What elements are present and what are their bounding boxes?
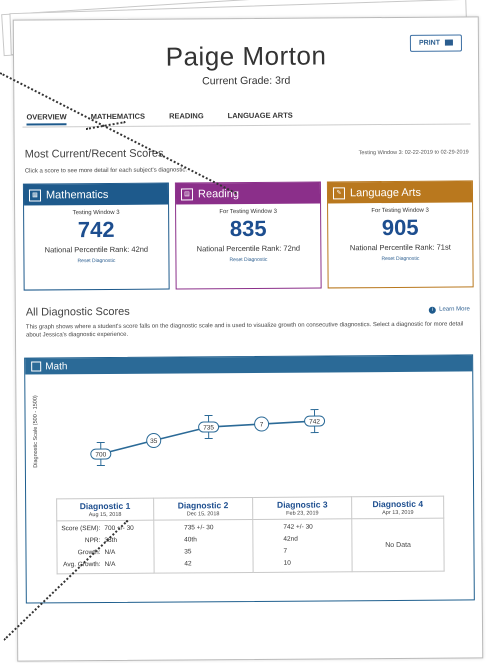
learn-more-link[interactable]: i Learn More [429,306,470,314]
testing-window-label: Testing Window 3: 02-22-2019 to 02-29-20… [358,149,469,157]
score-point-label: 742 [309,418,320,425]
diagnostic-col-1[interactable]: Diagnostic 1 Aug 15, 2018 [56,498,154,521]
diagnostic-name[interactable]: Diagnostic 2 [158,500,248,511]
calculator-icon: ▦ [28,188,42,202]
diagnostic-col-2[interactable]: Diagnostic 2 Dec 15, 2018 [153,497,253,521]
reset-diagnostic-link[interactable]: Reset Diagnostic [24,258,168,265]
diagnostic-col-4[interactable]: Diagnostic 4 Apr 13, 2019 [351,496,444,519]
math-panel-header: Math [25,355,473,375]
card-reading[interactable]: ▤ Reading For Testing Window 3 835 Natio… [174,181,322,290]
tab-language-arts[interactable]: LANGUAGE ARTS [228,111,293,124]
recent-scores-instruction: Click a score to see more detail for eac… [24,167,188,175]
card-score[interactable]: 742 [24,217,168,244]
math-diagnostic-panel: Math Diagnostic Scale (500 - 1500) 700 35… [24,354,475,604]
d2-npr: 40th [184,536,197,544]
card-window: For Testing Window 3 [219,208,277,216]
d2-score: 735 +/- 30 [184,524,214,532]
report-page: PRINT Paige Morton Current Grade: 3rd OV… [12,16,484,662]
card-mathematics[interactable]: ▦ Mathematics Testing Window 3 742 Natio… [22,182,170,291]
row-label-score: Score (SEM): [61,525,101,533]
reset-diagnostic-link[interactable]: Reset Diagnostic [176,256,320,263]
card-window: Testing Window 3 [72,209,120,217]
growth-point-label: 35 [150,438,158,445]
diagnostic-3-values: 742 +/- 30 42nd 7 10 [252,518,353,573]
student-name: Paige Morton [165,40,327,72]
book-icon: ▤ [180,187,194,200]
growth-point-label: 7 [260,422,264,429]
card-header-mathematics: ▦ Mathematics [23,183,169,206]
diagnostic-values-row: Score (SEM): NPR: Growth: Avg. Growth: 7… [56,518,445,574]
diagnostic-2-values: 735 +/- 30 40th 35 42 [153,519,254,574]
score-point-label: 700 [95,451,106,458]
all-scores-description: This graph shows where a student's score… [25,321,464,339]
card-subject: Mathematics [45,188,109,201]
card-score[interactable]: 905 [328,214,472,241]
diagnostic-4-no-data: No Data [352,518,445,572]
tab-overview[interactable]: OVERVIEW [26,112,67,126]
d2-avg-growth: 42 [184,560,192,568]
calculator-icon [31,361,42,372]
diagnostic-date: Feb 23, 2019 [286,510,319,517]
tab-reading[interactable]: READING [169,111,204,124]
diagnostic-name[interactable]: Diagnostic 1 [61,501,149,512]
d1-avg-growth: N/A [104,560,116,569]
score-point-label: 735 [203,424,214,431]
d3-avg-growth: 10 [283,559,291,567]
student-grade: Current Grade: 3rd [202,74,291,88]
all-scores-title: All Diagnostic Scores [25,305,130,319]
math-panel-title: Math [45,360,68,372]
diagnostic-1-values: Score (SEM): NPR: Growth: Avg. Growth: 7… [56,520,154,574]
diagnostic-date: Apr 13, 2019 [382,509,414,517]
diagnostic-date: Dec 15, 2018 [186,511,220,518]
diagnostic-col-3[interactable]: Diagnostic 3 Feb 23, 2019 [252,496,353,520]
card-header-language-arts: ✎ Language Arts [327,181,473,204]
d1-growth: N/A [104,548,116,557]
diagnostic-line-chart: 700 35 735 7 742 [90,409,326,467]
diagnostic-name[interactable]: Diagnostic 3 [257,499,347,510]
card-npr: National Percentile Rank: 72nd [196,243,301,254]
card-npr: National Percentile Rank: 71st [349,242,451,253]
info-icon: i [429,306,437,314]
card-subject: Language Arts [349,186,421,199]
diagnostic-name[interactable]: Diagnostic 4 [356,499,439,510]
card-header-reading: ▤ Reading [175,182,321,205]
row-label-npr: NPR: [84,537,101,545]
reset-diagnostic-link[interactable]: Reset Diagnostic [328,255,472,262]
recent-scores-title: Most Current/Recent Scores [24,147,164,161]
d3-score: 742 +/- 30 [283,523,313,531]
card-npr: National Percentile Rank: 42nd [44,244,149,255]
diagnostic-table: Diagnostic 1 Aug 15, 2018 Diagnostic 2 Dec… [56,496,445,575]
card-score[interactable]: 835 [176,215,320,242]
learn-more-label: Learn More [439,306,470,313]
d2-growth: 35 [184,548,192,556]
diagnostic-header-row: Diagnostic 1 Aug 15, 2018 Diagnostic 2 Dec… [56,496,444,521]
tab-bar: OVERVIEW MATHEMATICS READING LANGUAGE AR… [26,111,293,126]
diagnostic-date: Aug 15, 2018 [88,511,122,519]
card-subject: Reading [197,187,240,200]
card-window: For Testing Window 3 [371,207,429,215]
pencil-icon: ✎ [332,186,346,199]
d3-npr: 42nd [283,535,298,543]
d3-growth: 7 [283,547,288,555]
card-language-arts[interactable]: ✎ Language Arts For Testing Window 3 905… [326,180,474,289]
